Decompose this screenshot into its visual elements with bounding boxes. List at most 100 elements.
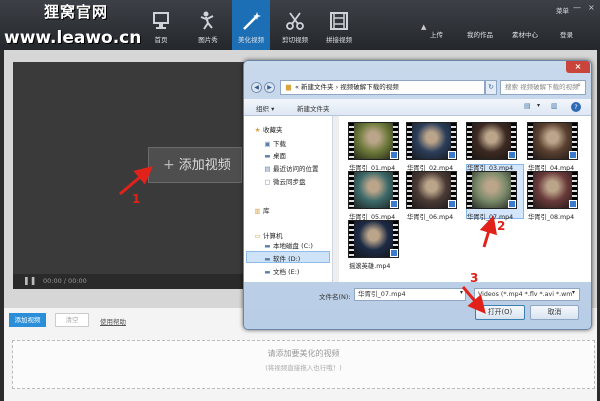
drop-zone-text: 请添加要美化的视频 <box>267 349 340 358</box>
dancer-icon <box>200 11 214 30</box>
nav-item-label: 收藏夹 <box>263 126 283 134</box>
tab-join-video-label: 拼接视频 <box>326 36 352 44</box>
nav-item-label: 微云同步盘 <box>273 178 306 186</box>
computer-icon: ▭ <box>254 232 261 240</box>
arrow-left-icon: ◀ <box>254 84 259 91</box>
help-icon[interactable]: ? <box>571 102 581 112</box>
watermark-url: www.leawo.cn <box>4 28 142 48</box>
refresh-icon: ↻ <box>488 83 494 91</box>
tab-cut-video[interactable]: 剪切视频 <box>276 0 314 50</box>
nav-item[interactable]: ▥ 库 <box>252 205 269 215</box>
media-player-icon <box>448 200 456 208</box>
tab-cut-video-label: 剪切视频 <box>282 36 308 44</box>
nav-item-label: 下载 <box>273 140 286 148</box>
menu-link[interactable]: 菜单 <box>556 5 569 15</box>
nav-item[interactable]: ▬ 软件 (D:) <box>262 253 300 263</box>
recent-places-icon: ▤ <box>264 165 271 173</box>
close-button[interactable]: × <box>588 3 595 12</box>
address-bar[interactable]: ▆ « 新建文件夹 › 视频破解下载的视频 <box>280 80 485 95</box>
view-mode-icon[interactable]: ▤ <box>524 102 531 110</box>
folder-icon: ▆ <box>286 83 291 91</box>
media-player-icon <box>569 151 577 159</box>
back-button[interactable]: ◀ <box>251 82 262 93</box>
download-folder-icon: ▣ <box>264 140 271 148</box>
media-player-icon <box>448 151 456 159</box>
dialog-close-button[interactable]: × <box>566 61 590 73</box>
star-icon: ★ <box>254 126 261 134</box>
media-player-icon <box>508 200 516 208</box>
file-name[interactable]: 华胥引_08.mp4 <box>528 212 574 221</box>
nav-item[interactable]: ★ 收藏夹 <box>252 124 283 134</box>
open-button[interactable]: 打开(O) <box>475 305 525 320</box>
nav-item[interactable]: ▭ 计算机 <box>252 230 283 240</box>
materials-link[interactable]: 素材中心 <box>512 29 538 39</box>
add-video-small-button[interactable]: 添加视频 <box>9 313 46 327</box>
arrow-right-icon: ▶ <box>267 84 272 91</box>
media-player-icon <box>390 200 398 208</box>
login-link[interactable]: 登录 <box>560 29 573 39</box>
tab-beautify-video[interactable]: 美化视频 <box>232 0 270 50</box>
tab-home[interactable]: 首页 <box>142 0 180 50</box>
file-name[interactable]: 华胥引_06.mp4 <box>407 212 453 221</box>
nav-item[interactable]: ▬ 本地磁盘 (C:) <box>262 240 313 250</box>
scissors-icon <box>286 12 304 30</box>
add-video-button[interactable]: + 添加视频 <box>148 147 242 183</box>
file-name[interactable]: 摇滚英雄.mp4 <box>349 261 390 270</box>
file-name[interactable]: 华胥引_07.mp4 <box>467 212 513 221</box>
annotation-step-3: 3 <box>470 271 479 285</box>
nav-item-label: 计算机 <box>263 232 283 240</box>
drop-zone[interactable]: 请添加要美化的视频 (将视频直接拖入也行哦！) <box>12 340 595 389</box>
drop-zone-hint: (将视频直接拖入也行哦！) <box>265 364 342 372</box>
plus-icon: + <box>163 157 175 173</box>
tab-photo-show[interactable]: 图片秀 <box>189 0 227 50</box>
playback-bar: ❚❚ 00:00 / 00:00 <box>13 274 260 289</box>
chevron-down-icon[interactable]: ▾ <box>460 289 463 296</box>
library-icon: ▥ <box>254 207 261 215</box>
top-bar: 狸窝官网 www.leawo.cn 首页 图片秀 美化视频 剪切视频 拼接视频 … <box>0 0 600 50</box>
pause-icon[interactable]: ❚❚ <box>23 276 36 285</box>
organize-menu[interactable]: 组织 ▾ <box>256 103 274 113</box>
nav-item[interactable]: ▢ 微云同步盘 <box>262 176 306 186</box>
new-folder-button[interactable]: 新建文件夹 <box>297 103 330 113</box>
filetype-select[interactable]: Videos (*.mp4 *.flv *.avi *.wm <box>474 288 580 301</box>
tab-photo-show-label: 图片秀 <box>198 36 218 44</box>
cancel-button[interactable]: 取消 <box>530 305 579 320</box>
nav-item[interactable]: ▣ 下载 <box>262 138 286 148</box>
add-video-label: 添加视频 <box>178 158 231 173</box>
address-path: « 新建文件夹 › 视频破解下载的视频 <box>295 83 399 91</box>
preview-pane-icon[interactable]: ▥ <box>551 102 558 110</box>
tab-join-video[interactable]: 拼接视频 <box>320 0 358 50</box>
nav-item[interactable]: ▤ 最近访问的位置 <box>262 163 318 173</box>
media-player-icon <box>569 200 577 208</box>
nav-item-label: 软件 (D:) <box>273 255 301 263</box>
clear-button[interactable]: 清空 <box>55 313 89 327</box>
help-link[interactable]: 使用帮助 <box>100 316 126 326</box>
filename-label: 文件名(N): <box>319 293 351 301</box>
annotation-step-2: 2 <box>497 219 506 233</box>
time-readout: 00:00 / 00:00 <box>43 277 87 285</box>
tab-beautify-video-label: 美化视频 <box>238 36 264 44</box>
nav-item[interactable]: ▬ 桌面 <box>262 150 286 160</box>
upload-link[interactable]: 上传 <box>430 29 443 39</box>
annotation-step-1: 1 <box>132 192 141 206</box>
cloud-drive-icon: ▢ <box>264 178 271 186</box>
tab-home-label: 首页 <box>154 36 168 44</box>
nav-item-label: 本地磁盘 (C:) <box>273 242 313 250</box>
minimize-button[interactable]: — <box>573 3 581 12</box>
nav-item-label: 桌面 <box>273 152 286 160</box>
filename-input[interactable]: 华胥引_07.mp4 <box>354 288 466 301</box>
chevron-down-icon[interactable]: ▾ <box>537 102 540 109</box>
chevron-down-icon[interactable]: ▾ <box>572 289 575 296</box>
refresh-button[interactable]: ↻ <box>485 80 497 95</box>
my-works-link[interactable]: 我的作品 <box>467 29 493 39</box>
search-input[interactable]: 搜索 视频破解下载的视频 <box>500 80 586 95</box>
desktop-icon: ▬ <box>264 152 271 160</box>
forward-button[interactable]: ▶ <box>264 82 275 93</box>
nav-item-label: 文档 (E:) <box>273 268 300 276</box>
magic-wand-icon <box>243 12 261 30</box>
nav-item[interactable]: ▬ 文档 (E:) <box>262 266 299 276</box>
upload-icon: ▲ <box>421 23 427 31</box>
media-player-icon <box>390 249 398 257</box>
drive-icon: ▬ <box>264 242 271 250</box>
filmstrip-icon <box>330 12 348 30</box>
